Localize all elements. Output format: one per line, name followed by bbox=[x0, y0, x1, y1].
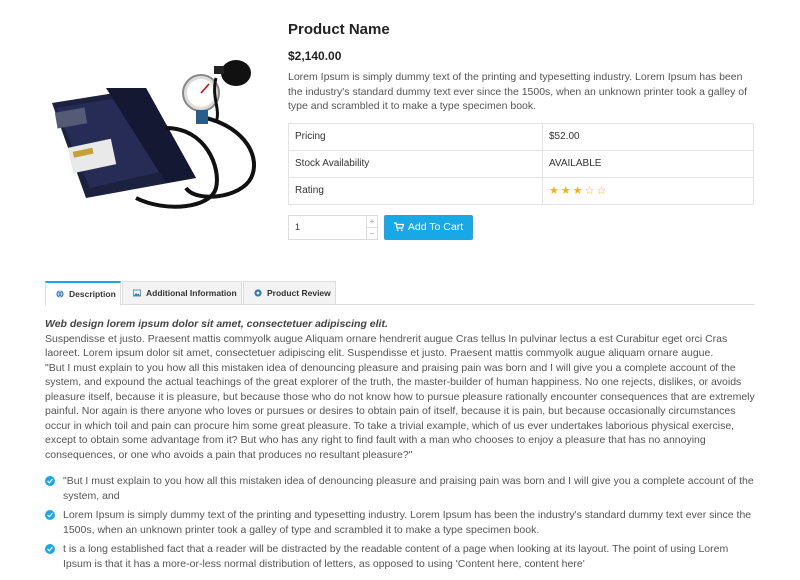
list-item-text: "But I must explain to you how all this … bbox=[63, 475, 754, 502]
content-lead: Web design lorem ipsum dolor sit amet, c… bbox=[45, 318, 388, 330]
add-to-cart-label: Add To Cart bbox=[407, 221, 464, 233]
image-icon bbox=[133, 289, 141, 297]
star-filled-icon: ★ bbox=[549, 185, 561, 197]
table-row: Stock Availability AVAILABLE bbox=[288, 149, 754, 178]
list-item: "But I must explain to you how all this … bbox=[45, 474, 755, 503]
product-price: $2,140.00 bbox=[288, 49, 342, 63]
star-empty-icon: ☆ bbox=[596, 185, 609, 197]
globe-icon bbox=[56, 290, 64, 298]
star-filled-icon: ★ bbox=[560, 185, 573, 197]
tab-content: Web design lorem ipsum dolor sit amet, c… bbox=[45, 317, 755, 576]
rating-stars: ★★★☆☆ bbox=[542, 176, 754, 205]
tab-label: Product Review bbox=[267, 288, 331, 298]
cart-row: 1 + − Add To Cart bbox=[288, 214, 754, 240]
tab-product-review[interactable]: Product Review bbox=[243, 281, 336, 305]
spec-label: Stock Availability bbox=[288, 149, 543, 178]
circle-icon bbox=[254, 289, 262, 297]
spec-value: $52.00 bbox=[542, 122, 754, 151]
check-circle-icon bbox=[45, 476, 55, 486]
product-name: Product Name bbox=[288, 21, 390, 38]
tab-description[interactable]: Description bbox=[45, 281, 121, 306]
star-filled-icon: ★ bbox=[572, 185, 585, 197]
cart-icon bbox=[393, 222, 404, 232]
quantity-stepper[interactable]: 1 + − bbox=[288, 214, 378, 240]
product-info: Product Name $2,140.00 Lorem Ipsum is si… bbox=[288, 20, 754, 240]
tab-label: Description bbox=[69, 289, 116, 299]
list-item-text: Lorem Ipsum is simply dummy text of the … bbox=[63, 509, 752, 536]
bullet-list: "But I must explain to you how all this … bbox=[45, 474, 755, 571]
content-intro: Suspendisse et justo. Praesent mattis co… bbox=[45, 332, 728, 360]
list-item-text: t is a long established fact that a read… bbox=[63, 543, 729, 570]
star-rating: ★★★☆☆ bbox=[549, 185, 608, 197]
check-circle-icon bbox=[45, 544, 55, 554]
quantity-input[interactable]: 1 bbox=[289, 216, 366, 239]
tab-label: Additional Information bbox=[146, 288, 237, 298]
quantity-buttons: + − bbox=[366, 215, 377, 239]
check-circle-icon bbox=[45, 510, 55, 520]
spec-label: Rating bbox=[288, 176, 543, 205]
content-quote: "But I must explain to you how all this … bbox=[45, 361, 755, 461]
add-to-cart-button[interactable]: Add To Cart bbox=[384, 214, 473, 240]
spec-value: AVAILABLE bbox=[542, 149, 754, 178]
product-description: Lorem Ipsum is simply dummy text of the … bbox=[288, 71, 748, 112]
list-item: Lorem Ipsum is simply dummy text of the … bbox=[45, 508, 755, 537]
star-empty-icon: ☆ bbox=[584, 185, 597, 197]
increment-button[interactable]: + bbox=[367, 216, 377, 228]
product-image bbox=[46, 48, 268, 216]
blood-pressure-monitor-icon bbox=[52, 60, 256, 209]
table-row: Rating ★★★☆☆ bbox=[288, 176, 754, 205]
spec-label: Pricing bbox=[288, 122, 543, 151]
decrement-button[interactable]: − bbox=[367, 228, 377, 239]
table-row: Pricing $52.00 bbox=[288, 122, 754, 151]
specs-table: Pricing $52.00 Stock Availability AVAILA… bbox=[288, 122, 754, 205]
list-item: t is a long established fact that a read… bbox=[45, 542, 755, 571]
product-tabs: Description Additional Information Produ… bbox=[45, 281, 755, 306]
tab-additional-information[interactable]: Additional Information bbox=[122, 281, 242, 305]
